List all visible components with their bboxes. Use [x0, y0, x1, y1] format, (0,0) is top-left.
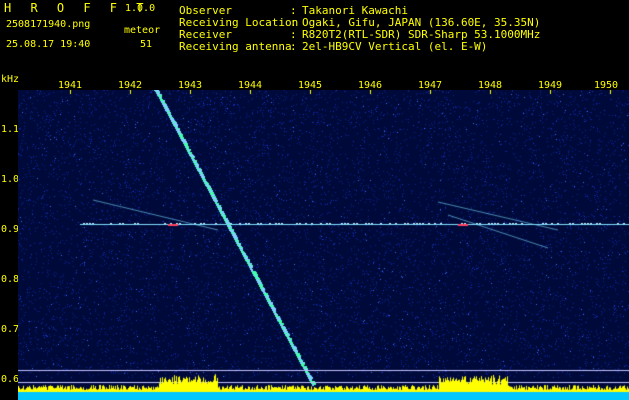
- antenna-colon: :: [290, 40, 297, 53]
- freq-tick: 1.0: [1, 174, 20, 185]
- y-unit-label: kHz: [1, 74, 20, 85]
- meteor-label: meteor: [124, 25, 161, 36]
- freq-tick: 0.6: [1, 374, 20, 385]
- freq-tick: 1.1: [1, 124, 20, 135]
- file-datetime: 25.08.17 19:40: [6, 39, 91, 50]
- meteor-count: 51: [140, 39, 153, 50]
- antenna-label: Receiving antenna: [179, 40, 292, 53]
- freq-tick: 0.9: [1, 224, 20, 235]
- freq-tick: 0.7: [1, 324, 20, 335]
- waterfall-spectrogram: [18, 90, 629, 400]
- file-name: 2508171940.png: [6, 19, 91, 30]
- antenna-value: 2el-HB9CV Vertical (el. E-W): [302, 40, 488, 53]
- app-version: 1.0.0: [125, 3, 156, 14]
- freq-tick: 0.8: [1, 274, 20, 285]
